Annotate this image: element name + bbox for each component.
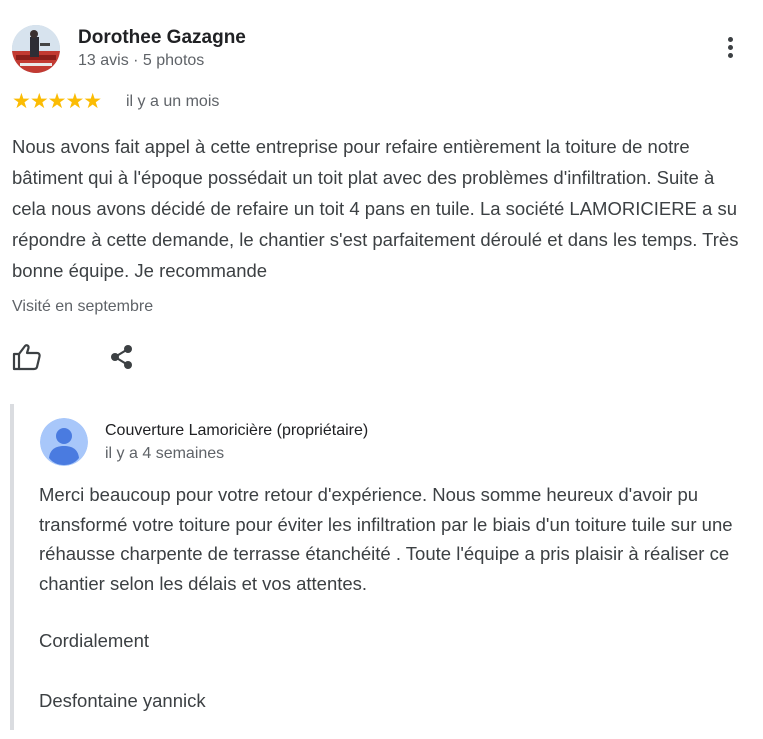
review-date: il y a un mois bbox=[126, 93, 220, 110]
owner-avatar-icon bbox=[40, 418, 88, 466]
owner-name: Couverture Lamoricière (propriétaire) bbox=[105, 422, 369, 439]
owner-response-closing: Cordialement bbox=[39, 630, 150, 651]
owner-response-signature: Desfontaine yannick bbox=[39, 690, 206, 711]
thumb-up-icon[interactable] bbox=[12, 343, 44, 373]
reviewer-meta: 13 avis · 5 photos bbox=[78, 52, 205, 69]
visited-date: Visité en septembre bbox=[12, 298, 154, 315]
more-options-icon[interactable] bbox=[716, 34, 744, 64]
review-text: Nous avons fait appel à cette entreprise… bbox=[12, 136, 739, 281]
review-card: Dorothee Gazagne 13 avis · 5 photos ★★★★… bbox=[0, 0, 763, 739]
star-rating: ★★★★★ bbox=[12, 90, 102, 113]
reviewer-avatar[interactable] bbox=[12, 25, 60, 73]
owner-response-text: Merci beaucoup pour votre retour d'expér… bbox=[39, 484, 733, 594]
reviewer-name[interactable]: Dorothee Gazagne bbox=[78, 27, 246, 49]
share-icon[interactable] bbox=[108, 343, 138, 373]
owner-response-date: il y a 4 semaines bbox=[105, 445, 225, 462]
owner-response: Couverture Lamoricière (propriétaire) il… bbox=[10, 404, 759, 730]
